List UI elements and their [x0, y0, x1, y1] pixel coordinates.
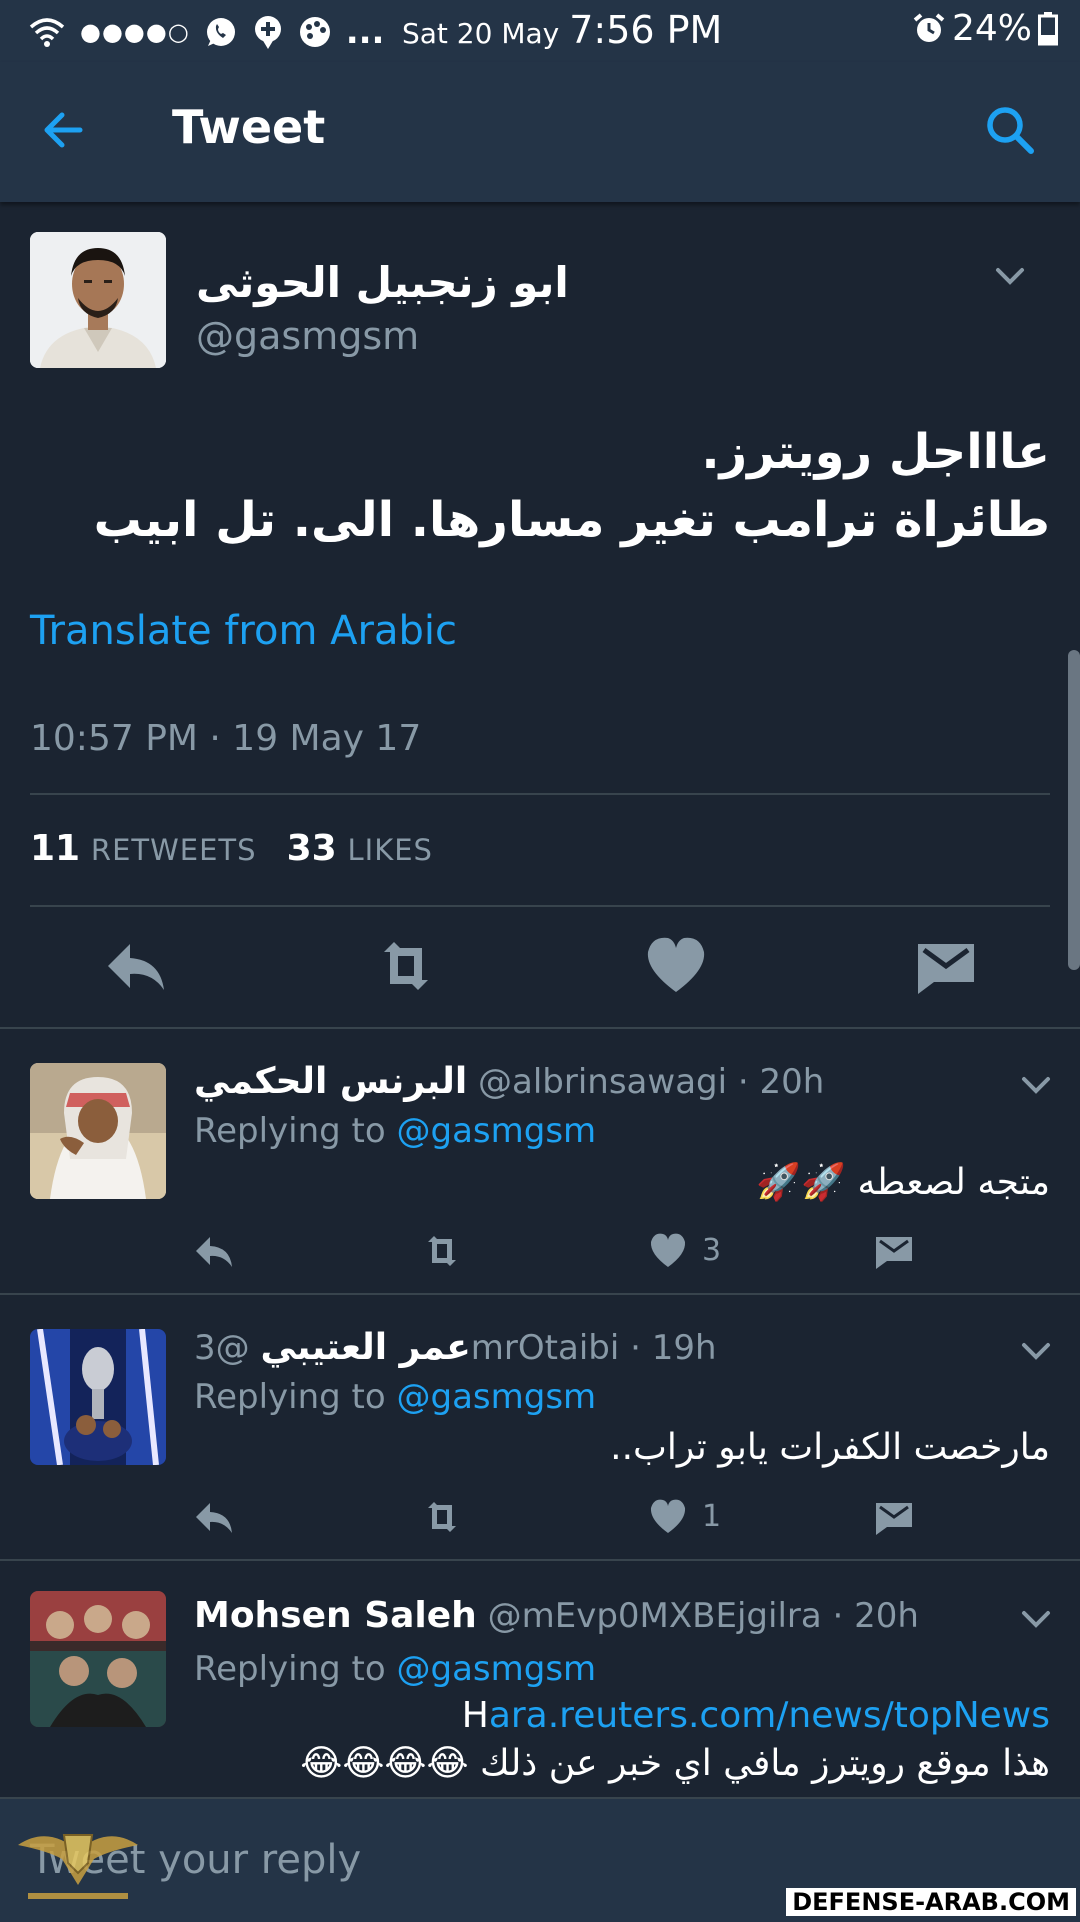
divider	[30, 905, 1050, 907]
share-message-icon[interactable]	[872, 1495, 916, 1539]
app-bar: Tweet	[0, 62, 1080, 202]
status-date: Sat 20 May	[402, 17, 560, 50]
reply-text: هذا موقع رويترز مافي اي خبر عن ذلك 😂😂😂😂	[300, 1743, 1050, 1784]
wifi-icon	[29, 18, 65, 47]
site-watermark-logo	[18, 1834, 138, 1899]
back-arrow-icon[interactable]	[36, 102, 92, 158]
reply-actions: 3	[0, 1229, 1080, 1279]
retweet-icon[interactable]	[420, 1229, 464, 1273]
battery-icon	[1038, 11, 1058, 45]
author-handle[interactable]: @gasmgsm	[196, 314, 419, 358]
reply-item[interactable]: عمر العتيبي @3mrOtaibi · 19h Replying to…	[0, 1295, 1080, 1559]
retweet-icon[interactable]	[420, 1495, 464, 1539]
reply-icon[interactable]	[192, 1495, 236, 1539]
tweet-text-line-2: طائراة ترامب تغير مسارها. الى. تل ابيب	[93, 492, 1050, 548]
divider	[30, 793, 1050, 795]
avatar[interactable]	[30, 1329, 166, 1465]
tweet-timestamp: 10:57 PM · 19 May 17	[30, 718, 422, 759]
tweet-author: ابو زنجبيل الحوثى @gasmgsm	[30, 232, 1050, 372]
replying-label: Replying to	[194, 1111, 386, 1151]
reply-like-count: 3	[702, 1233, 722, 1268]
search-icon[interactable]	[982, 102, 1038, 158]
reply-link-suffix: H	[461, 1695, 489, 1736]
alarm-icon	[913, 12, 945, 42]
reply-age: · 20h	[737, 1062, 825, 1102]
chevron-down-icon[interactable]	[990, 256, 1030, 296]
chevron-down-icon[interactable]	[1016, 1599, 1056, 1639]
likes-count: 33	[286, 828, 337, 869]
author-name[interactable]: ابو زنجبيل الحوثى	[196, 258, 569, 307]
retweets-count: 11	[30, 828, 81, 869]
watermark-site-name: DEFENSE-ARAB.COM	[786, 1888, 1076, 1916]
avatar[interactable]	[30, 1063, 166, 1199]
reply-like-count: 1	[702, 1499, 722, 1534]
reply-link-line: Hara.reuters.com/news/topNews	[194, 1695, 1050, 1736]
replying-to: Replying to @gasmgsm	[194, 1111, 596, 1151]
avatar[interactable]	[30, 1591, 166, 1727]
reply-text: متجه لصعطه 🚀🚀	[756, 1162, 1050, 1203]
status-bar: ●●●●○ ... Sat 20 May 7:56 PM 24%	[0, 0, 1080, 62]
tweet-text: عاااجل رويترز. طائراة ترامب تغير مسارها.…	[30, 418, 1050, 554]
chat-plus-icon	[254, 16, 281, 49]
reply-author-name[interactable]: Mohsen Saleh	[194, 1595, 477, 1636]
reply-icon[interactable]	[192, 1229, 236, 1273]
retweets-stat[interactable]: 11 RETWEETS	[30, 828, 257, 869]
replying-to-handle[interactable]: @gasmgsm	[397, 1111, 597, 1151]
status-datetime: Sat 20 May 7:56 PM	[402, 8, 722, 52]
reply-author-name[interactable]: عمر العتيبي	[260, 1327, 470, 1368]
retweets-label: RETWEETS	[90, 833, 257, 867]
author-photo	[30, 232, 166, 368]
chevron-down-icon[interactable]	[1016, 1065, 1056, 1105]
reply-avatar-photo	[30, 1329, 166, 1465]
reply-text: مارخصت الكفرات يابو تراب..	[610, 1427, 1050, 1468]
replying-label: Replying to	[194, 1377, 386, 1417]
tweet-actions	[0, 930, 1080, 1030]
reply-age: · 20h	[832, 1596, 919, 1636]
page-title: Tweet	[172, 100, 326, 154]
share-message-icon[interactable]	[872, 1229, 916, 1273]
reply-header: عمر العتيبي @3mrOtaibi · 19h	[194, 1327, 717, 1368]
translate-link[interactable]: Translate from Arabic	[30, 608, 457, 654]
replying-to: Replying to @gasmgsm	[194, 1649, 596, 1689]
reply-avatar-photo	[30, 1591, 166, 1727]
more-notifications: ...	[345, 12, 385, 52]
palette-icon	[299, 17, 330, 47]
share-message-icon[interactable]	[910, 930, 982, 1002]
heart-icon[interactable]	[646, 1229, 690, 1273]
retweet-icon[interactable]	[370, 930, 442, 1002]
reply-avatar-photo	[30, 1063, 166, 1199]
reply-header: Mohsen Saleh @mEvp0MXBEjgilra · 20h	[194, 1595, 919, 1636]
heart-icon[interactable]	[646, 1495, 690, 1539]
reply-icon[interactable]	[100, 930, 172, 1002]
reply-item[interactable]: Mohsen Saleh @mEvp0MXBEjgilra · 20h Repl…	[0, 1561, 1080, 1797]
likes-stat[interactable]: 33 LIKES	[287, 828, 433, 869]
replying-to: Replying to @gasmgsm	[194, 1377, 596, 1417]
replying-to-handle[interactable]: @gasmgsm	[397, 1649, 597, 1689]
replying-label: Replying to	[194, 1649, 386, 1689]
tweet-stats: 11 RETWEETS 33 LIKES	[30, 828, 433, 869]
scrollbar[interactable]	[1068, 650, 1080, 970]
reply-link[interactable]: ara.reuters.com/news/topNews	[489, 1695, 1050, 1736]
signal-dots: ●●●●○	[80, 18, 190, 46]
tweet-text-line-1: عاااجل رويترز.	[701, 424, 1050, 480]
status-time: 7:56 PM	[569, 8, 723, 52]
reply-actions: 1	[0, 1495, 1080, 1545]
avatar[interactable]	[30, 232, 166, 368]
battery-level: 24%	[951, 8, 1032, 49]
reply-age: · 19h	[630, 1328, 717, 1368]
reply-author-name[interactable]: البرنس الحكمي	[194, 1061, 467, 1102]
status-left: ●●●●○ ...	[28, 12, 384, 52]
likes-label: LIKES	[347, 833, 433, 867]
reply-item[interactable]: البرنس الحكمي @albrinsawagi · 20h Replyi…	[0, 1029, 1080, 1293]
reply-author-handle[interactable]: @albrinsawagi	[478, 1062, 727, 1102]
reply-author-handle[interactable]: @mEvp0MXBEjgilra	[488, 1596, 822, 1636]
reply-header: البرنس الحكمي @albrinsawagi · 20h	[194, 1061, 824, 1102]
heart-icon[interactable]	[640, 930, 712, 1002]
replying-to-handle[interactable]: @gasmgsm	[397, 1377, 597, 1417]
whatsapp-icon	[206, 18, 235, 46]
chevron-down-icon[interactable]	[1016, 1331, 1056, 1371]
status-right: 24%	[912, 8, 1058, 49]
